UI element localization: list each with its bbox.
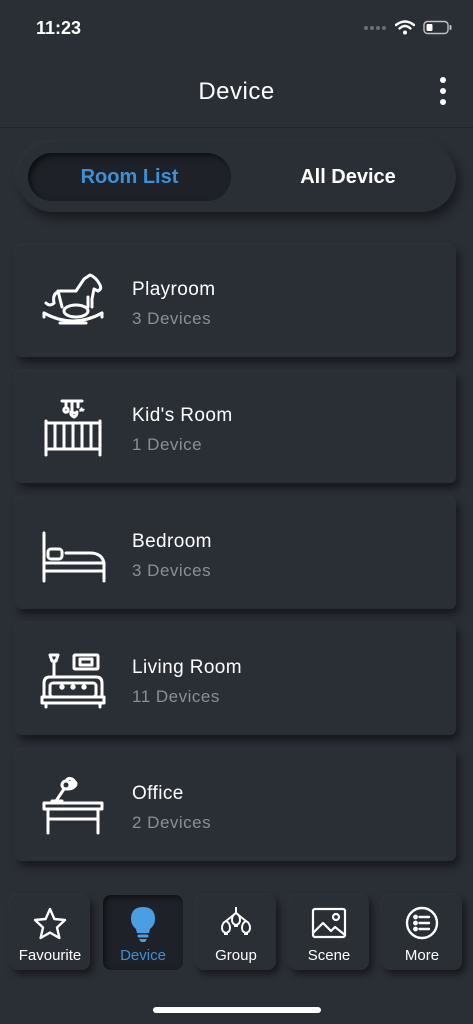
tab-more[interactable]: More [382, 895, 462, 970]
room-device-count: 2 Devices [132, 813, 212, 832]
signal-icon [364, 25, 386, 30]
room-card-office[interactable]: Office 2 Devices [16, 749, 456, 861]
bed-icon [42, 531, 106, 583]
battery-icon [423, 20, 452, 35]
room-device-count: 3 Devices [132, 309, 212, 328]
room-card-living-room[interactable]: Living Room 11 Devices [16, 623, 456, 735]
room-list-tab[interactable]: Room List [28, 153, 231, 201]
tab-group[interactable]: Group [196, 895, 276, 970]
tab-label: Scene [307, 947, 351, 964]
room-name: Bedroom [132, 531, 212, 552]
tab-favourite[interactable]: Favourite [10, 895, 90, 970]
all-device-tab[interactable]: All Device [248, 153, 448, 201]
room-device-count: 11 Devices [132, 687, 220, 706]
bulb-icon [131, 907, 155, 942]
chandelier-icon [221, 907, 251, 935]
room-name: Living Room [132, 657, 243, 678]
rocking-horse-icon [42, 273, 104, 325]
tab-label: More [404, 947, 440, 964]
list-circle-icon [405, 906, 439, 940]
status-bar: 11:23 [0, 0, 473, 56]
image-icon [311, 907, 347, 939]
tab-label: Group [215, 947, 257, 964]
more-vertical-icon[interactable] [437, 76, 449, 106]
tab-label: Favourite [18, 947, 82, 964]
room-name: Playroom [132, 279, 216, 300]
page-title: Device [198, 78, 275, 105]
bottom-tab-bar: Favourite Device Group Scene More [0, 890, 473, 980]
tab-device[interactable]: Device [103, 895, 183, 970]
room-device-count: 1 Device [132, 435, 203, 454]
tab-scene[interactable]: Scene [289, 895, 369, 970]
wifi-icon [395, 20, 415, 35]
home-indicator [153, 1007, 321, 1013]
room-card-kids-room[interactable]: Kid's Room 1 Device [16, 371, 456, 483]
room-card-bedroom[interactable]: Bedroom 3 Devices [16, 497, 456, 609]
crib-icon [44, 399, 102, 457]
living-room-icon [40, 653, 106, 709]
room-device-count: 3 Devices [132, 561, 212, 580]
room-name: Kid's Room [132, 405, 233, 426]
nav-bar: Device [0, 56, 473, 128]
status-indicators [363, 20, 453, 35]
room-card-playroom[interactable]: Playroom 3 Devices [16, 245, 456, 357]
status-time: 11:23 [36, 18, 82, 38]
room-device-segmented-control: Room List All Device [18, 142, 456, 212]
tab-label: Device [120, 947, 166, 964]
room-name: Office [132, 783, 184, 804]
star-icon [33, 907, 67, 940]
desk-lamp-icon [42, 776, 104, 835]
